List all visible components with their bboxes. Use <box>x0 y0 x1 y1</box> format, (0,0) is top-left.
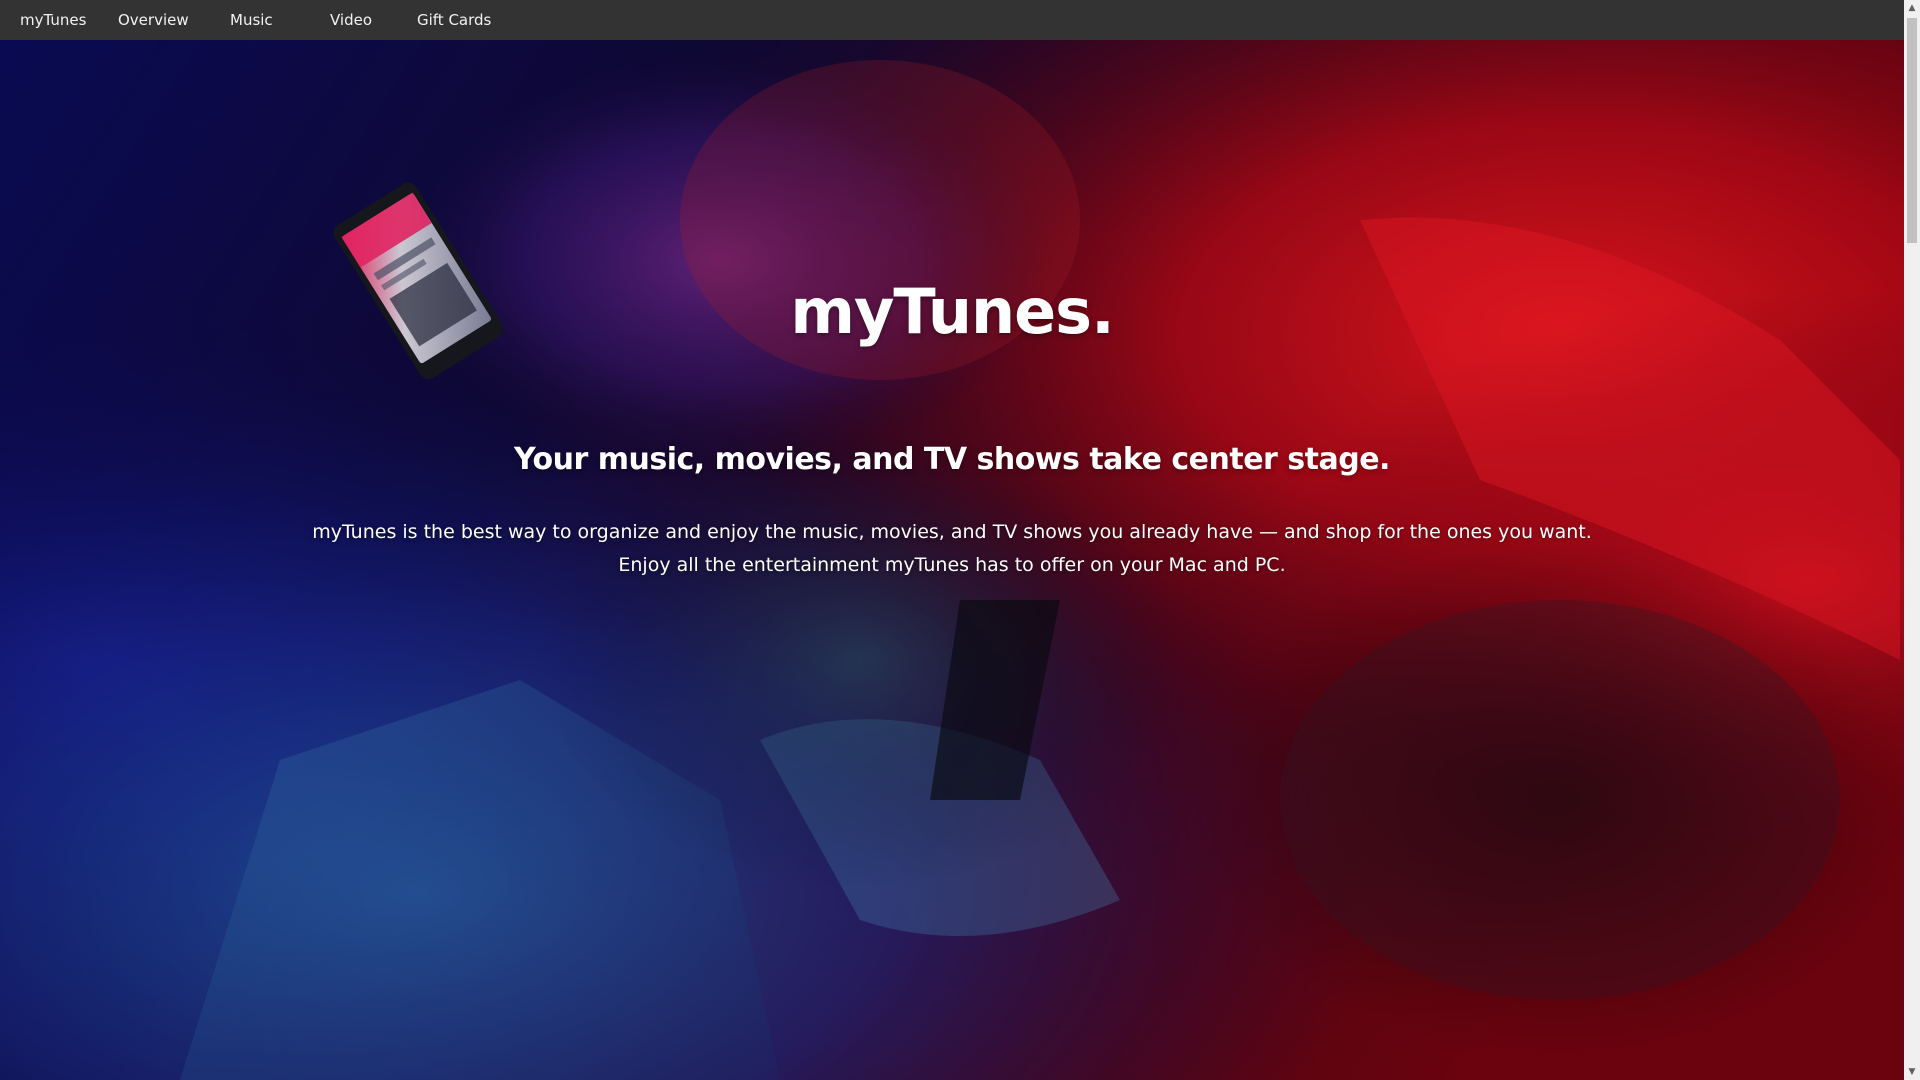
top-nav: myTunes Overview Music Video Gift Cards <box>0 0 1904 40</box>
arrow-up-icon[interactable]: ▲ <box>1904 0 1920 16</box>
nav-link-music[interactable]: Music <box>230 11 273 29</box>
arrow-down-icon[interactable]: ▼ <box>1904 1064 1920 1080</box>
nav-item-music: Music <box>230 0 273 40</box>
brand-link[interactable]: myTunes <box>20 11 86 29</box>
hero-subtitle: Your music, movies, and TV shows take ce… <box>514 442 1390 477</box>
hero-section: myTunes. Your music, movies, and TV show… <box>0 40 1904 1080</box>
nav-link-overview[interactable]: Overview <box>118 11 189 29</box>
nav-list: myTunes Overview Music Video Gift Cards <box>0 0 1904 40</box>
vertical-scrollbar[interactable]: ▲ ▼ <box>1904 0 1920 1080</box>
nav-item-brand: myTunes <box>20 0 86 40</box>
nav-item-video: Video <box>330 0 372 40</box>
nav-link-video[interactable]: Video <box>330 11 372 29</box>
nav-item-overview: Overview <box>118 0 189 40</box>
hero-description-line-2: Enjoy all the entertainment myTunes has … <box>618 554 1286 576</box>
scrollbar-thumb[interactable] <box>1907 18 1917 243</box>
nav-item-gift-cards: Gift Cards <box>417 0 491 40</box>
page: myTunes Overview Music Video Gift Cards <box>0 0 1920 1080</box>
hero-title: myTunes. <box>790 275 1114 348</box>
hero-description: myTunes is the best way to organize and … <box>0 516 1904 582</box>
hero-description-line-1: myTunes is the best way to organize and … <box>312 521 1592 543</box>
nav-link-gift-cards[interactable]: Gift Cards <box>417 11 491 29</box>
